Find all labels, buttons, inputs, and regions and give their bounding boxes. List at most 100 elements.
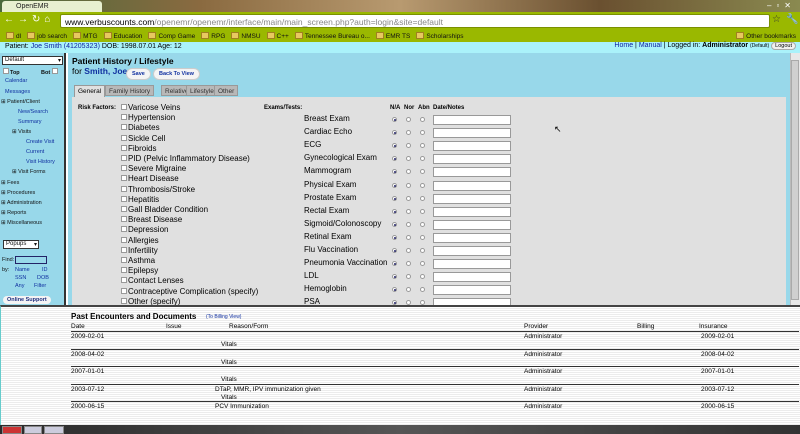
na-radio[interactable] [392, 117, 397, 122]
save-button[interactable]: Save [126, 68, 151, 80]
abn-radio[interactable] [420, 208, 425, 214]
home-link[interactable]: Home [614, 42, 633, 49]
na-radio[interactable] [392, 208, 397, 214]
taskbar-app[interactable] [24, 426, 42, 434]
abn-radio[interactable] [420, 156, 425, 162]
risk-factor-checkbox[interactable]: Gall Bladder Condition [121, 205, 208, 214]
risk-factor-checkbox[interactable]: Sickle Cell [121, 134, 165, 143]
popups-select[interactable]: Popups [3, 240, 39, 249]
checkbox[interactable] [121, 226, 127, 233]
risk-factor-checkbox[interactable]: Thrombosis/Stroke [121, 185, 195, 194]
bookmark-item[interactable]: MTG [73, 31, 97, 42]
abn-radio[interactable] [420, 287, 425, 293]
exam-notes-input[interactable] [433, 193, 511, 204]
nor-radio[interactable] [406, 143, 411, 149]
abn-radio[interactable] [420, 274, 425, 280]
online-support-button[interactable]: Online Support [3, 296, 51, 304]
checkbox[interactable] [121, 216, 127, 223]
bookmark-item[interactable]: NMSU [231, 31, 260, 42]
find-id[interactable]: ID [42, 267, 48, 273]
abn-radio[interactable] [420, 117, 425, 122]
patient-link[interactable]: Joe Smith (4120532З) [31, 43, 100, 50]
nor-radio[interactable] [406, 221, 411, 227]
risk-factor-checkbox[interactable]: Hypertension [121, 113, 175, 122]
risk-factor-checkbox[interactable]: Infertility [121, 246, 158, 255]
nav-item-miscellaneous[interactable]: ⊞ Miscellaneous [1, 220, 42, 226]
abn-radio[interactable] [420, 195, 425, 201]
na-radio[interactable] [392, 130, 397, 136]
abn-radio[interactable] [420, 221, 425, 227]
bookmark-item[interactable]: RPG [201, 31, 225, 42]
na-radio[interactable] [392, 182, 397, 188]
nav-item-messages[interactable]: Messages [5, 89, 30, 95]
nav-item-summary[interactable]: Summary [18, 119, 42, 125]
checkbox[interactable] [121, 236, 127, 243]
na-radio[interactable] [392, 234, 397, 240]
nav-item-visit-forms[interactable]: ⊞ Visit Forms [12, 169, 46, 175]
risk-factor-checkbox[interactable]: Diabetes [121, 123, 160, 132]
na-radio[interactable] [392, 143, 397, 149]
bookmark-item[interactable]: Tennessee Bureau o... [295, 31, 370, 42]
back-to-view-button[interactable]: Back To View [153, 68, 200, 80]
exam-notes-input[interactable] [433, 115, 511, 125]
risk-factor-checkbox[interactable]: Contraceptive Complication (specify) [121, 287, 258, 296]
nor-radio[interactable] [406, 261, 411, 267]
encounter-form[interactable]: Vitals [221, 359, 237, 366]
checkbox[interactable] [121, 114, 127, 121]
risk-factor-checkbox[interactable]: Fibroids [121, 144, 156, 153]
taskbar-app[interactable] [44, 426, 64, 434]
checkbox[interactable] [121, 144, 127, 151]
nav-item-current[interactable]: Current [26, 149, 44, 155]
exam-notes-input[interactable] [433, 285, 511, 296]
exam-notes-input[interactable] [433, 272, 511, 283]
nor-radio[interactable] [406, 156, 411, 162]
scrollbar-thumb[interactable] [791, 60, 799, 300]
checkbox[interactable] [121, 124, 127, 131]
exam-notes-input[interactable] [433, 128, 511, 139]
abn-radio[interactable] [420, 169, 425, 175]
tab-general[interactable]: General [74, 85, 106, 97]
find-filter[interactable]: Filter [34, 283, 46, 289]
encounter-form[interactable]: Vitals [221, 394, 237, 401]
nav-item-visits[interactable]: ⊞ Visits [12, 129, 31, 135]
bookmark-item[interactable]: EMR TS [376, 31, 410, 42]
risk-factor-checkbox[interactable]: Hepatitis [121, 195, 159, 204]
nor-radio[interactable] [406, 182, 411, 188]
exam-notes-input[interactable] [433, 154, 511, 165]
other-bookmarks[interactable]: Other bookmarks [736, 31, 796, 42]
exam-notes-input[interactable] [433, 167, 511, 178]
abn-radio[interactable] [420, 261, 425, 267]
na-radio[interactable] [392, 156, 397, 162]
checkbox[interactable] [121, 257, 127, 263]
bookmark-item[interactable]: job search [27, 31, 67, 42]
find-input[interactable] [15, 256, 47, 264]
tab-other[interactable]: Other [214, 85, 239, 96]
na-radio[interactable] [392, 287, 397, 293]
bot-checkbox[interactable]: Bot [41, 68, 59, 76]
star-icon[interactable]: ☆ [772, 14, 781, 25]
risk-factor-checkbox[interactable]: Varicose Veins [121, 103, 180, 112]
start-button[interactable] [2, 426, 22, 434]
nav-item-procedures[interactable]: ⊞ Procedures [1, 190, 35, 196]
nor-radio[interactable] [406, 248, 411, 253]
exam-notes-input[interactable] [433, 246, 511, 256]
abn-radio[interactable] [420, 234, 425, 240]
url-bar[interactable]: www.verbuscounts.com/openemr/openemr/int… [60, 14, 770, 28]
nor-radio[interactable] [406, 234, 411, 240]
checkbox[interactable] [121, 155, 127, 161]
risk-factor-checkbox[interactable]: Contact Lenses [121, 276, 184, 285]
nav-item-fees[interactable]: ⊞ Fees [1, 180, 19, 186]
abn-radio[interactable] [420, 248, 425, 253]
risk-factor-checkbox[interactable]: Asthma [121, 256, 155, 265]
checkbox[interactable] [121, 206, 127, 212]
nav-item-create-visit[interactable]: Create Visit [26, 139, 54, 145]
bookmark-item[interactable]: C++ [267, 31, 289, 42]
na-radio[interactable] [392, 221, 397, 227]
checkbox[interactable] [121, 175, 127, 182]
table-row[interactable]: 2000-06-15 PCV Immunization Administrator 2… [71, 401, 799, 421]
risk-factor-checkbox[interactable]: Epilepsy [121, 266, 158, 275]
na-radio[interactable] [392, 274, 397, 280]
billing-view-link[interactable]: (To Billing View) [206, 314, 241, 320]
nor-radio[interactable] [406, 208, 411, 214]
exam-notes-input[interactable] [433, 219, 511, 230]
